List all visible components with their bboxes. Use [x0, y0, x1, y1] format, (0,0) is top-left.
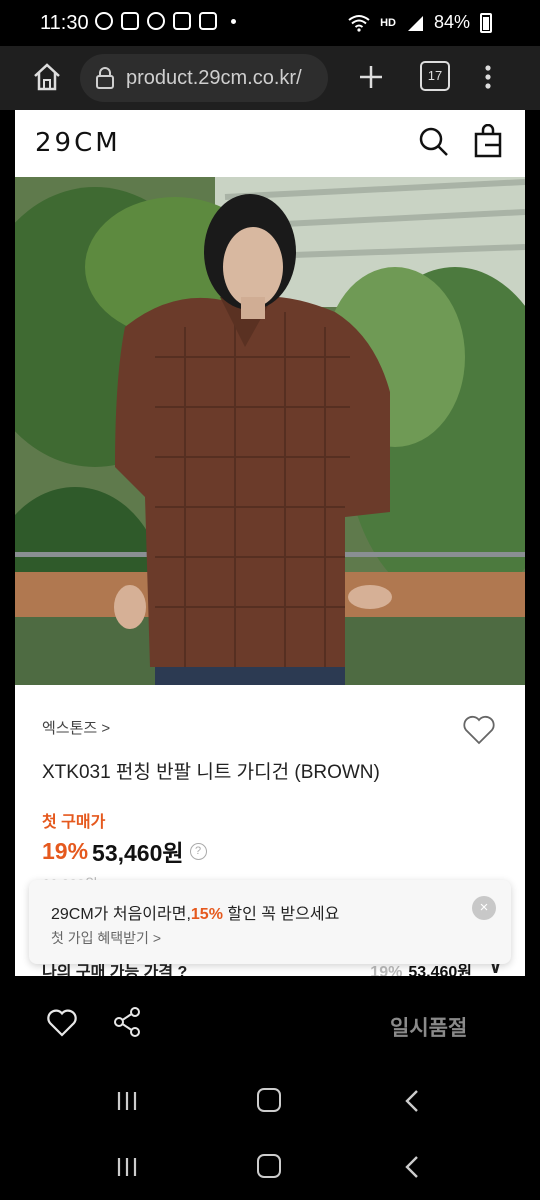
site-header: 29CM [15, 110, 525, 177]
talk-icon [95, 12, 113, 30]
web-page: 29CM 엑스톤즈 > XTK031 펀칭 반팔 니트 가디건 (BROWN) … [15, 110, 525, 976]
home-nav-icon[interactable] [257, 1154, 281, 1178]
promo-message: 29CM가 처음이라면,15% 할인 꼭 받으세요 [51, 900, 339, 924]
home-nav-icon[interactable] [257, 1088, 281, 1112]
url-text: product.29cm.co.kr/ [126, 66, 302, 89]
lock-icon [96, 67, 114, 89]
product-image[interactable] [15, 177, 525, 685]
promo-text-before: 29CM가 처음이라면, [51, 906, 191, 923]
notification-icons [95, 12, 236, 30]
search-icon[interactable] [418, 126, 450, 158]
site-logo[interactable]: 29CM [35, 128, 121, 158]
purchase-action-bar: 일시품절 [0, 976, 540, 1066]
chat-icon [147, 12, 165, 30]
address-bar[interactable]: product.29cm.co.kr/ [80, 54, 328, 102]
signup-benefit-link[interactable]: 첫 가입 혜택받기 > [51, 928, 161, 948]
system-nav-bar [0, 1070, 540, 1130]
my-price-amount: 53,460원 [408, 964, 472, 976]
instagram-icon [173, 12, 191, 30]
promo-discount: 15% [190, 906, 223, 923]
status-bar: 11:30 HD 84% [0, 0, 540, 46]
instagram-icon [199, 12, 217, 30]
recent-apps-icon[interactable] [115, 1156, 139, 1178]
close-icon[interactable]: × [472, 896, 496, 920]
status-right: HD 84% [348, 12, 492, 33]
phone-screen: 11:30 HD 84% product.29cm.co.kr/ 17 29CM… [0, 0, 540, 1200]
battery-percent: 84% [433, 12, 470, 32]
promo-text-after: 할인 꼭 받으세요 [222, 906, 340, 923]
system-nav-bar [0, 1136, 540, 1196]
product-title: XTK031 펀칭 반팔 니트 가디건 (BROWN) [42, 762, 380, 783]
home-icon[interactable] [30, 60, 64, 94]
signal-icon [407, 15, 423, 31]
wishlist-heart-icon[interactable] [462, 714, 496, 746]
back-icon[interactable] [402, 1154, 422, 1180]
signup-promo-toast[interactable]: 29CM가 처음이라면,15% 할인 꼭 받으세요 첫 가입 혜택받기 > × [29, 880, 511, 964]
browser-toolbar: product.29cm.co.kr/ 17 [0, 46, 540, 110]
recent-apps-icon[interactable] [115, 1090, 139, 1112]
price-row: 19% 53,460원 ? [42, 834, 207, 868]
battery-icon [480, 12, 492, 33]
tab-switcher-button[interactable]: 17 [420, 61, 450, 91]
back-icon[interactable] [402, 1088, 422, 1114]
like-heart-icon[interactable] [46, 1008, 78, 1038]
more-notifications-dot [231, 18, 236, 24]
price-help-icon[interactable]: ? [189, 842, 207, 860]
product-photo-illustration [15, 177, 525, 685]
share-icon[interactable] [112, 1006, 142, 1038]
status-time: 11:30 [40, 12, 89, 34]
soldout-button[interactable]: 일시품절 [390, 1012, 467, 1042]
new-tab-icon[interactable] [354, 60, 388, 94]
wifi-icon [348, 14, 370, 32]
network-label: HD [380, 16, 396, 29]
brand-link[interactable]: 엑스톤즈 > [42, 717, 110, 738]
gallery-icon [121, 12, 139, 30]
overflow-menu-icon[interactable] [478, 60, 498, 94]
sale-price: 53,460원 [92, 840, 184, 866]
my-price-discount: 19% [370, 964, 403, 976]
shopping-bag-icon[interactable] [472, 124, 504, 158]
first-purchase-label: 첫 구매가 [42, 814, 106, 831]
discount-rate: 19% [42, 837, 89, 864]
